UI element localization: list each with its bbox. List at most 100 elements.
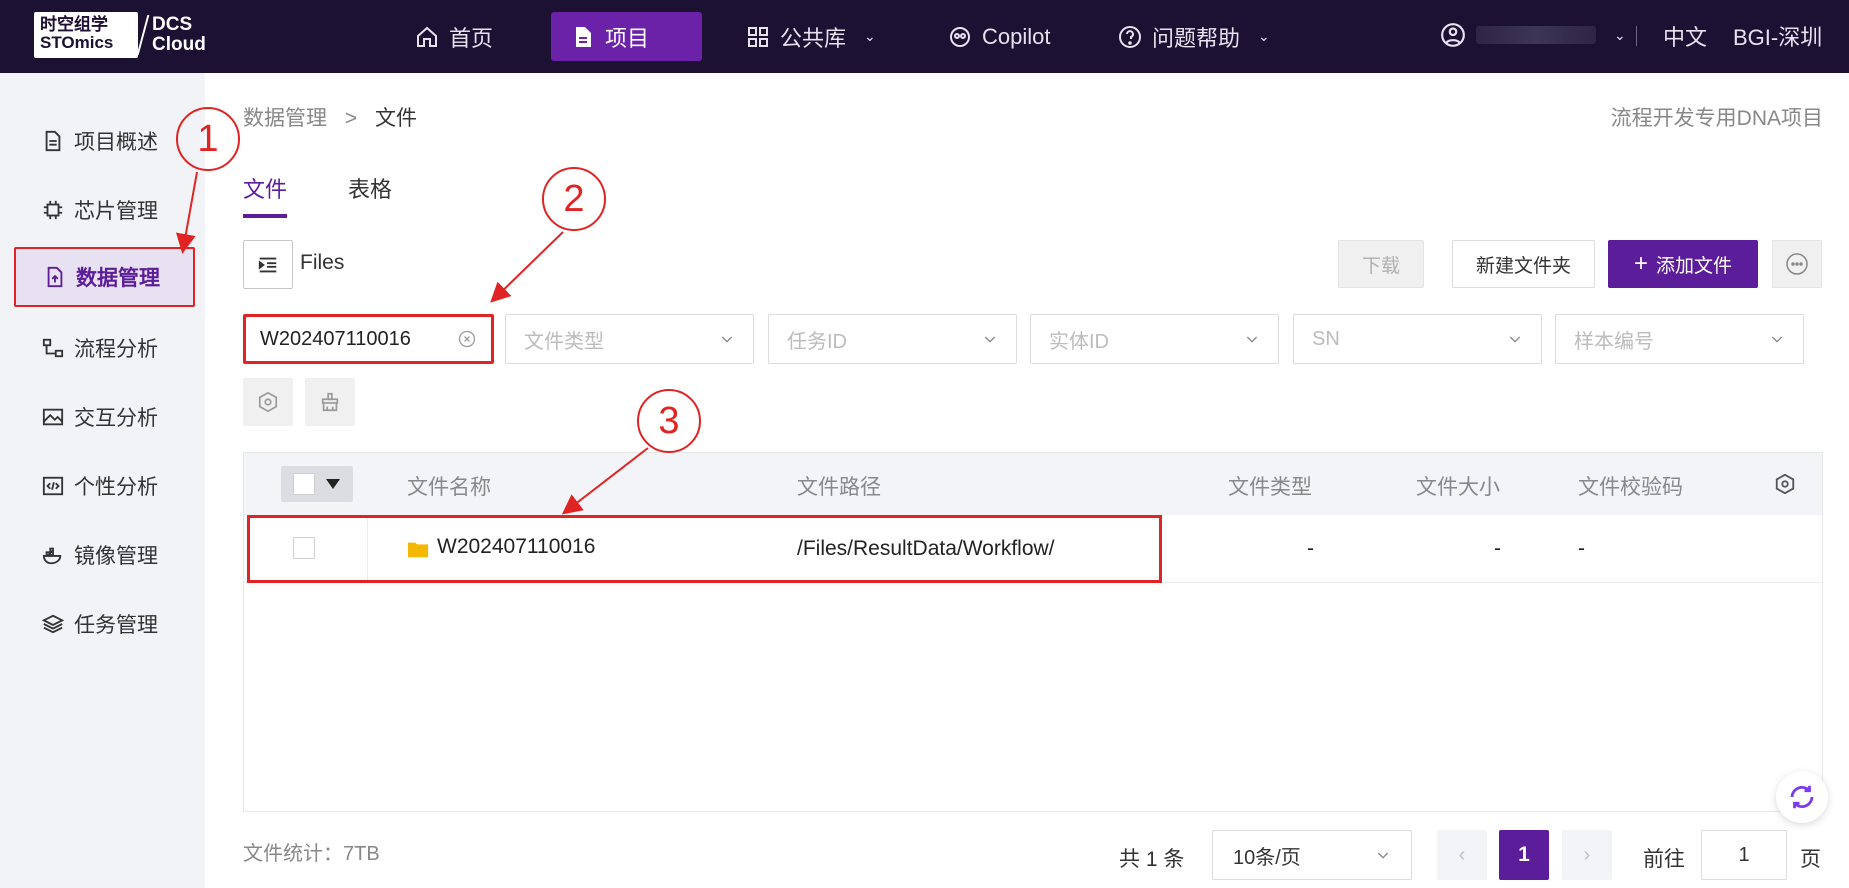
user-menu[interactable]: ⌄ [1440, 22, 1626, 48]
sidebar-item-chip[interactable]: 芯片管理 [14, 180, 195, 240]
sidebar-item-label: 数据管理 [76, 267, 160, 290]
goto-label: 前往 [1643, 848, 1685, 871]
search-input[interactable]: W202407110016 [243, 314, 494, 364]
nav-home-label: 首页 [449, 25, 494, 51]
search-button[interactable] [243, 378, 293, 426]
region-switch[interactable]: BGI-深圳 [1733, 20, 1822, 52]
logo-separator [136, 15, 150, 55]
col-file-name: 文件名称 [407, 476, 491, 499]
prev-page-button[interactable]: ‹ [1437, 830, 1487, 880]
page-size-select[interactable]: 10条/页 [1212, 830, 1412, 880]
search-value: W202407110016 [260, 327, 411, 350]
pagination-total: 共 1 条 [1119, 848, 1185, 871]
image-icon [42, 408, 64, 426]
project-name: 流程开发专用DNA项目 [1610, 107, 1823, 130]
refresh-button[interactable] [1776, 771, 1828, 823]
nav-home[interactable]: 首页 [395, 12, 513, 61]
page-size-value: 10条/页 [1233, 846, 1301, 869]
blurred-username [1476, 26, 1596, 44]
chevron-down-icon [1771, 336, 1783, 343]
next-page-button[interactable]: › [1562, 830, 1612, 880]
sidebar-item-custom[interactable]: 个性分析 [14, 456, 195, 516]
nav-public-library[interactable]: 公共库 ⌄ [726, 12, 896, 61]
logo-cloud: Cloud [152, 34, 206, 55]
select-all-checkbox[interactable] [293, 473, 315, 495]
select-all-dropdown[interactable] [281, 466, 353, 502]
grid-icon [748, 26, 768, 47]
file-type-placeholder: 文件类型 [524, 330, 604, 353]
sidebar-item-overview[interactable]: 项目概述 [14, 111, 195, 171]
layers-icon [42, 614, 64, 634]
download-button[interactable]: 下载 [1338, 240, 1424, 288]
task-id-select[interactable]: 任务ID [768, 314, 1017, 364]
tab-tables[interactable]: 表格 [348, 172, 392, 214]
sidebar-item-image[interactable]: 镜像管理 [14, 525, 195, 585]
sample-no-select[interactable]: 样本编号 [1555, 314, 1804, 364]
entity-id-select[interactable]: 实体ID [1030, 314, 1279, 364]
add-file-label: 添加文件 [1656, 255, 1733, 277]
col-file-size: 文件大小 [1416, 476, 1500, 499]
logo-dcs: DCS [152, 14, 193, 35]
sidebar-item-task[interactable]: 任务管理 [14, 594, 195, 654]
nav-copilot[interactable]: Copilot [928, 12, 1070, 61]
toggle-tree-button[interactable] [243, 240, 293, 289]
goto-unit: 页 [1800, 848, 1821, 871]
sn-placeholder: SN [1312, 327, 1340, 350]
chevron-down-icon: ⌄ [864, 28, 876, 44]
entity-id-placeholder: 实体ID [1049, 330, 1109, 353]
chevron-down-icon [1509, 336, 1521, 343]
annotation-2: 2 [542, 167, 606, 231]
row-file-type: - [1307, 537, 1314, 560]
code-icon [42, 476, 64, 496]
menu-indent-icon [258, 257, 277, 272]
logo-text-top: 时空组学 [40, 15, 108, 34]
breadcrumb-parent[interactable]: 数据管理 [243, 107, 327, 130]
annotation-1: 1 [176, 107, 240, 171]
page-number-current[interactable]: 1 [1499, 830, 1549, 880]
col-checksum: 文件校验码 [1578, 476, 1683, 499]
nav-project-label: 项目 [605, 25, 650, 51]
sidebar-item-label: 项目概述 [74, 131, 158, 154]
sidebar-item-interactive[interactable]: 交互分析 [14, 387, 195, 447]
docker-icon [42, 547, 62, 565]
sidebar-item-label: 镜像管理 [74, 545, 158, 568]
refresh-icon [1790, 785, 1814, 809]
file-type-select[interactable]: 文件类型 [505, 314, 754, 364]
document-icon [45, 130, 61, 152]
chevron-down-icon: ⌄ [1258, 28, 1270, 44]
nav-help[interactable]: 问题帮助 ⌄ [1098, 12, 1290, 61]
chevron-left-icon: ‹ [1458, 843, 1466, 866]
task-id-placeholder: 任务ID [787, 330, 847, 353]
column-settings-icon[interactable] [1774, 473, 1796, 495]
goto-page-input[interactable]: 1 [1701, 830, 1787, 880]
nav-help-label: 问题帮助 [1152, 25, 1241, 51]
breadcrumb-separator: > [344, 107, 358, 130]
logo[interactable]: 时空组学 STOmics DCS Cloud [34, 12, 206, 58]
language-switch[interactable]: 中文 [1663, 20, 1707, 52]
nav-project[interactable]: 项目 [551, 12, 702, 61]
copilot-icon [950, 26, 970, 47]
chevron-down-icon: ⌄ [1614, 26, 1626, 43]
broom-icon [321, 392, 339, 412]
more-button[interactable] [1772, 240, 1822, 288]
tab-files[interactable]: 文件 [243, 172, 288, 218]
file-upload-icon [47, 266, 63, 288]
hexagon-search-icon [258, 391, 278, 413]
clear-filters-button[interactable] [305, 378, 355, 426]
clear-icon[interactable] [457, 329, 477, 349]
caret-down-icon [326, 479, 340, 489]
home-icon [417, 26, 437, 47]
sidebar-item-workflow[interactable]: 流程分析 [14, 318, 195, 378]
sn-select[interactable]: SN [1293, 314, 1542, 364]
row-checksum: - [1578, 537, 1585, 560]
new-folder-button[interactable]: 新建文件夹 [1452, 240, 1595, 288]
sidebar-item-data[interactable]: 数据管理 [14, 247, 195, 307]
annotation-3: 3 [637, 389, 701, 453]
chip-icon [43, 200, 63, 220]
sidebar-item-label: 交互分析 [74, 407, 158, 430]
add-file-button[interactable]: + 添加文件 [1608, 240, 1758, 288]
chevron-right-icon: › [1583, 843, 1591, 866]
breadcrumb-current: 文件 [374, 107, 417, 130]
logo-text-bottom: STOmics [40, 33, 114, 52]
top-navbar: 时空组学 STOmics DCS Cloud 首页 项目 公共库 ⌄ Copil… [0, 0, 1849, 73]
